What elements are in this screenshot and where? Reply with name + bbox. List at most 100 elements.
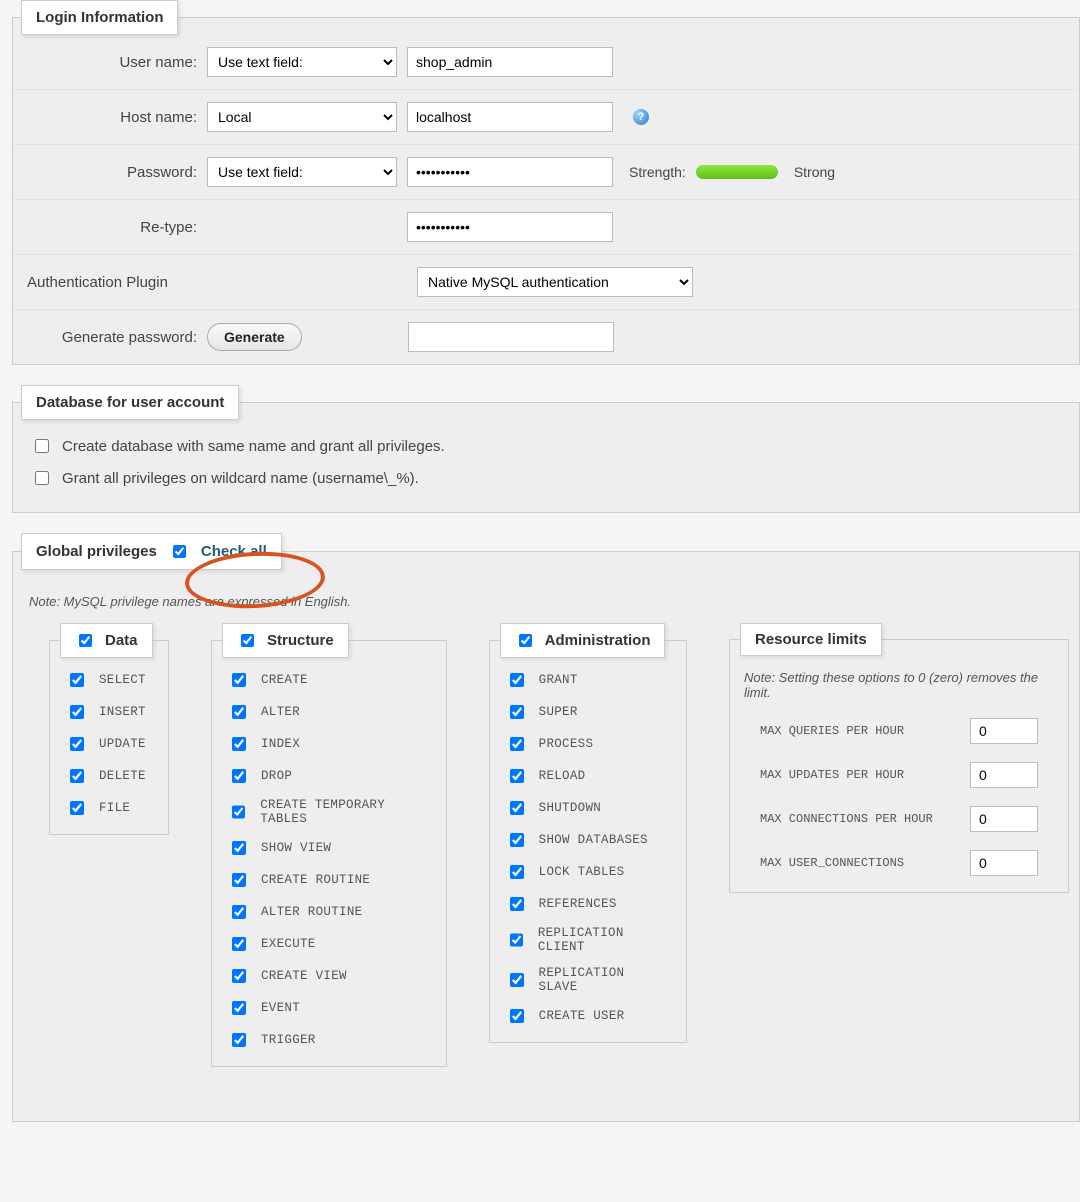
resource-note: Note: Setting these options to 0 (zero) …: [730, 656, 1068, 706]
structure-group-checkbox[interactable]: [241, 634, 254, 647]
structure-priv-checkbox-5[interactable]: [232, 841, 246, 855]
structure-priv-checkbox-8[interactable]: [232, 937, 246, 951]
structure-priv-create-routine[interactable]: CREATE ROUTINE: [228, 870, 430, 890]
structure-priv-alter[interactable]: ALTER: [228, 702, 430, 722]
data-priv-label-0: SELECT: [99, 673, 146, 687]
structure-priv-label-7: ALTER ROUTINE: [261, 905, 362, 919]
structure-priv-label-10: EVENT: [261, 1001, 300, 1015]
db-opt1-label: Create database with same name and grant…: [62, 438, 445, 455]
authplugin-select[interactable]: Native MySQL authentication: [417, 267, 693, 297]
data-priv-file[interactable]: FILE: [66, 798, 152, 818]
admin-priv-checkbox-2[interactable]: [510, 737, 524, 751]
admin-priv-lock-tables[interactable]: LOCK TABLES: [506, 862, 670, 882]
admin-priv-replication-client[interactable]: REPLICATION CLIENT: [506, 926, 670, 954]
data-priv-checkbox-4[interactable]: [70, 801, 84, 815]
admin-priv-checkbox-8[interactable]: [510, 933, 523, 947]
structure-priv-drop[interactable]: DROP: [228, 766, 430, 786]
data-priv-checkbox-0[interactable]: [70, 673, 84, 687]
structure-priv-checkbox-3[interactable]: [232, 769, 246, 783]
data-priv-insert[interactable]: INSERT: [66, 702, 152, 722]
resource-input-2[interactable]: [970, 806, 1038, 832]
checkall-checkbox[interactable]: [173, 545, 186, 558]
admin-priv-label-8: REPLICATION CLIENT: [538, 926, 670, 954]
row-authplugin: Authentication Plugin Native MySQL authe…: [13, 255, 1079, 310]
structure-priv-checkbox-1[interactable]: [232, 705, 246, 719]
structure-priv-checkbox-4[interactable]: [232, 805, 245, 819]
admin-priv-show-databases[interactable]: SHOW DATABASES: [506, 830, 670, 850]
data-priv-checkbox-2[interactable]: [70, 737, 84, 751]
generate-field[interactable]: [408, 322, 614, 352]
retype-field[interactable]: [407, 212, 613, 242]
structure-priv-create[interactable]: CREATE: [228, 670, 430, 690]
resource-input-0[interactable]: [970, 718, 1038, 744]
data-priv-delete[interactable]: DELETE: [66, 766, 152, 786]
structure-priv-create-temporary-tables[interactable]: CREATE TEMPORARY TABLES: [228, 798, 430, 826]
label-authplugin: Authentication Plugin: [27, 274, 407, 291]
admin-priv-checkbox-0[interactable]: [510, 673, 524, 687]
admin-priv-replication-slave[interactable]: REPLICATION SLAVE: [506, 966, 670, 994]
structure-priv-checkbox-10[interactable]: [232, 1001, 246, 1015]
admin-priv-checkbox-3[interactable]: [510, 769, 524, 783]
admin-priv-checkbox-9[interactable]: [510, 973, 524, 987]
structure-priv-checkbox-2[interactable]: [232, 737, 246, 751]
admin-priv-references[interactable]: REFERENCES: [506, 894, 670, 914]
login-legend: Login Information: [21, 0, 178, 35]
structure-priv-alter-routine[interactable]: ALTER ROUTINE: [228, 902, 430, 922]
structure-priv-show-view[interactable]: SHOW VIEW: [228, 838, 430, 858]
structure-priv-index[interactable]: INDEX: [228, 734, 430, 754]
data-priv-select[interactable]: SELECT: [66, 670, 152, 690]
structure-priv-checkbox-11[interactable]: [232, 1033, 246, 1047]
admin-priv-shutdown[interactable]: SHUTDOWN: [506, 798, 670, 818]
db-opt2-checkbox[interactable]: [35, 471, 49, 485]
resource-input-1[interactable]: [970, 762, 1038, 788]
structure-priv-execute[interactable]: EXECUTE: [228, 934, 430, 954]
structure-priv-event[interactable]: EVENT: [228, 998, 430, 1018]
resource-input-3[interactable]: [970, 850, 1038, 876]
admin-priv-checkbox-6[interactable]: [510, 865, 524, 879]
resource-row-2: MAX CONNECTIONS PER HOUR: [746, 806, 1052, 832]
admin-group-checkbox[interactable]: [519, 634, 532, 647]
admin-priv-create-user[interactable]: CREATE USER: [506, 1006, 670, 1026]
global-privileges-fieldset: Global privileges Check all Note: MySQL …: [12, 533, 1080, 1122]
admin-priv-reload[interactable]: RELOAD: [506, 766, 670, 786]
data-group-checkbox[interactable]: [79, 634, 92, 647]
row-retype: Re-type:: [13, 200, 1079, 255]
structure-priv-checkbox-0[interactable]: [232, 673, 246, 687]
admin-priv-process[interactable]: PROCESS: [506, 734, 670, 754]
login-information-fieldset: Login Information User name: Use text fi…: [12, 0, 1080, 365]
structure-priv-create-view[interactable]: CREATE VIEW: [228, 966, 430, 986]
hostname-field[interactable]: [407, 102, 613, 132]
checkall-link[interactable]: Check all: [201, 543, 267, 560]
help-icon[interactable]: ?: [633, 109, 649, 125]
password-field[interactable]: [407, 157, 613, 187]
resource-label-2: MAX CONNECTIONS PER HOUR: [760, 812, 933, 826]
data-priv-update[interactable]: UPDATE: [66, 734, 152, 754]
privilege-note: Note: MySQL privilege names are expresse…: [23, 580, 1079, 623]
username-field[interactable]: [407, 47, 613, 77]
admin-priv-checkbox-1[interactable]: [510, 705, 524, 719]
hostname-mode-select[interactable]: Local: [207, 102, 397, 132]
admin-priv-checkbox-7[interactable]: [510, 897, 524, 911]
resource-legend: Resource limits: [740, 623, 882, 656]
admin-priv-checkbox-10[interactable]: [510, 1009, 524, 1023]
admin-priv-label-2: PROCESS: [539, 737, 594, 751]
data-priv-label-2: UPDATE: [99, 737, 146, 751]
db-opt1-row[interactable]: Create database with same name and grant…: [31, 430, 1061, 462]
structure-priv-checkbox-6[interactable]: [232, 873, 246, 887]
row-password: Password: Use text field: Strength: Stro…: [13, 145, 1079, 200]
structure-priv-checkbox-9[interactable]: [232, 969, 246, 983]
db-opt1-checkbox[interactable]: [35, 439, 49, 453]
admin-priv-checkbox-5[interactable]: [510, 833, 524, 847]
structure-priv-trigger[interactable]: TRIGGER: [228, 1030, 430, 1050]
username-mode-select[interactable]: Use text field:: [207, 47, 397, 77]
admin-priv-checkbox-4[interactable]: [510, 801, 524, 815]
admin-priv-grant[interactable]: GRANT: [506, 670, 670, 690]
db-opt2-label: Grant all privileges on wildcard name (u…: [62, 470, 419, 487]
generate-button[interactable]: Generate: [207, 323, 302, 351]
admin-priv-super[interactable]: SUPER: [506, 702, 670, 722]
data-priv-checkbox-1[interactable]: [70, 705, 84, 719]
db-opt2-row[interactable]: Grant all privileges on wildcard name (u…: [31, 462, 1061, 494]
structure-priv-checkbox-7[interactable]: [232, 905, 246, 919]
data-priv-checkbox-3[interactable]: [70, 769, 84, 783]
password-mode-select[interactable]: Use text field:: [207, 157, 397, 187]
